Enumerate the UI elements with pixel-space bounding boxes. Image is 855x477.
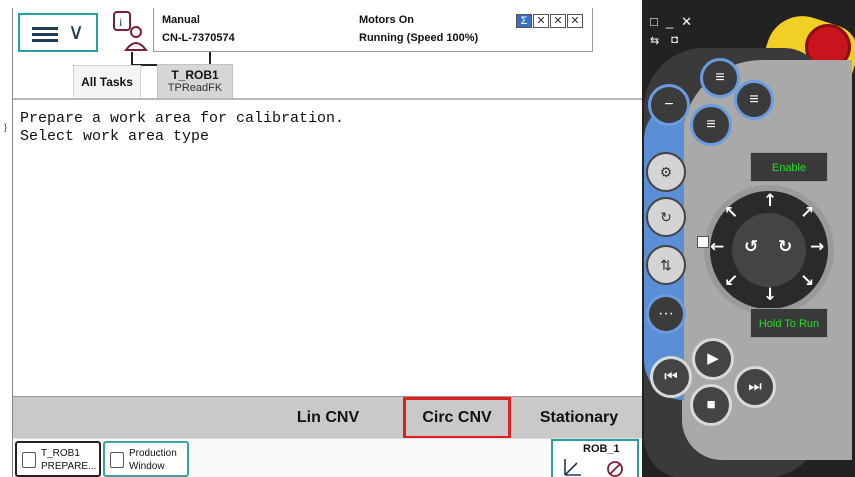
arrow-downleft-icon: ↙ xyxy=(724,271,739,291)
programmable-key-2[interactable]: − xyxy=(648,84,690,126)
joystick-indicator xyxy=(697,236,709,248)
pendant-panel: □ _ ✕ ⇆ ◘ ≡ − ≡ ≡ ⚙ ↻ ⇅ ··· Enable ↑ ↓ ←… xyxy=(642,0,855,477)
main-menu-button[interactable]: ∨ xyxy=(18,13,98,52)
status-icons: Σ ✕ ✕ ✕ xyxy=(516,14,583,28)
tab-t-rob1[interactable]: T_ROB1 TPReadFK xyxy=(157,64,233,98)
system-name: CN-L-7370574 xyxy=(162,32,235,44)
camera-icon[interactable]: ◘ xyxy=(671,34,678,47)
enable-button[interactable]: Enable xyxy=(750,152,828,182)
task-t-rob1[interactable]: T_ROB1 PREPARE... xyxy=(15,441,101,477)
programmable-key-1[interactable]: ≡ xyxy=(700,58,740,98)
message-area: Prepare a work area for calibration. Sele… xyxy=(20,110,344,146)
arrow-downright-icon: ↘ xyxy=(800,271,815,291)
speed-icon: Σ xyxy=(516,14,532,28)
restore-icon[interactable]: □ xyxy=(650,14,658,30)
rotate-ccw-icon: ↺ xyxy=(744,237,759,257)
stationary-button[interactable]: Stationary xyxy=(528,397,630,439)
arrow-upleft-icon: ↖ xyxy=(724,203,739,223)
close-icon[interactable]: ✕ xyxy=(681,14,692,30)
running-state: Running (Speed 100%) xyxy=(359,32,479,44)
rotate-cw-icon: ↻ xyxy=(778,237,793,257)
window-controls: □ _ ✕ xyxy=(650,14,692,30)
task-label: T_ROB1 PREPARE... xyxy=(41,448,97,472)
operating-mode: Manual xyxy=(162,14,200,26)
increment-key[interactable]: ··· xyxy=(646,294,686,334)
stop-icon[interactable]: ■ xyxy=(690,384,732,426)
select-mechanical-unit-icon[interactable]: ⚙ xyxy=(646,152,686,192)
hamburger-menu-icon xyxy=(32,27,58,43)
toggle-axes-icon[interactable]: ⇅ xyxy=(646,245,686,285)
unit-x-icon: ✕ xyxy=(567,14,583,28)
message-line: Select work area type xyxy=(20,128,210,145)
taskbar: T_ROB1 PREPARE... Production Window ROB_1 xyxy=(13,438,643,477)
hold-to-run-button[interactable]: Hold To Run xyxy=(750,308,828,338)
robot-name: ROB_1 xyxy=(583,443,620,455)
tab-label: T_ROB1 xyxy=(171,68,219,82)
command-bar: Lin CNV Circ CNV Stationary xyxy=(13,396,643,439)
program-window-icon xyxy=(22,452,36,468)
window-tools: ⇆ ◘ xyxy=(650,34,678,47)
message-line: Prepare a work area for calibration. xyxy=(20,110,345,127)
arrow-right-icon: → xyxy=(810,237,825,257)
production-window-icon xyxy=(110,452,124,468)
stage: ∨ i Manual CN-L-7370574 Motors On Runnin… xyxy=(0,0,855,477)
programmable-key-3[interactable]: ≡ xyxy=(734,80,774,120)
step-forward-icon[interactable]: ⏭ xyxy=(734,366,776,408)
step-backward-icon[interactable]: ⏮ xyxy=(650,356,692,398)
motors-state: Motors On xyxy=(359,14,414,26)
arrow-up-icon: ↑ xyxy=(763,191,778,211)
tab-divider xyxy=(13,98,643,100)
programmable-key-4[interactable]: ≡ xyxy=(690,104,732,146)
joystick[interactable]: ↑ ↓ ← → ↖ ↗ ↙ ↘ ↺ ↻ xyxy=(704,185,834,315)
arrow-upright-icon: ↗ xyxy=(800,203,815,223)
margin-mark: } xyxy=(4,122,8,132)
play-icon[interactable]: ▶ xyxy=(692,338,734,380)
jog-axes-icon xyxy=(564,459,623,477)
quickset-robot-button[interactable]: ROB_1 xyxy=(551,439,639,477)
circ-cnv-button[interactable]: Circ CNV xyxy=(403,397,511,439)
minimize-icon[interactable]: _ xyxy=(666,14,673,30)
status-bar[interactable]: Manual CN-L-7370574 Motors On Running (S… xyxy=(153,8,593,52)
task-label: Production Window xyxy=(129,448,177,472)
chevron-down-icon: ∨ xyxy=(68,20,85,45)
lin-cnv-button[interactable]: Lin CNV xyxy=(283,397,373,439)
flexpendant-screen: ∨ i Manual CN-L-7370574 Motors On Runnin… xyxy=(12,8,643,477)
tab-sublabel: TPReadFK xyxy=(167,82,223,94)
task-production-window[interactable]: Production Window xyxy=(103,441,189,477)
unit-x-icon: ✕ xyxy=(533,14,549,28)
unit-x-icon: ✕ xyxy=(550,14,566,28)
swap-icon[interactable]: ⇆ xyxy=(650,34,659,47)
arrow-down-icon: ↓ xyxy=(763,285,778,305)
tab-all-tasks[interactable]: All Tasks xyxy=(73,65,141,97)
operator-window-icon[interactable]: i xyxy=(110,10,150,54)
arrow-left-icon: ← xyxy=(710,237,725,257)
toggle-motion-mode-icon[interactable]: ↻ xyxy=(646,197,686,237)
